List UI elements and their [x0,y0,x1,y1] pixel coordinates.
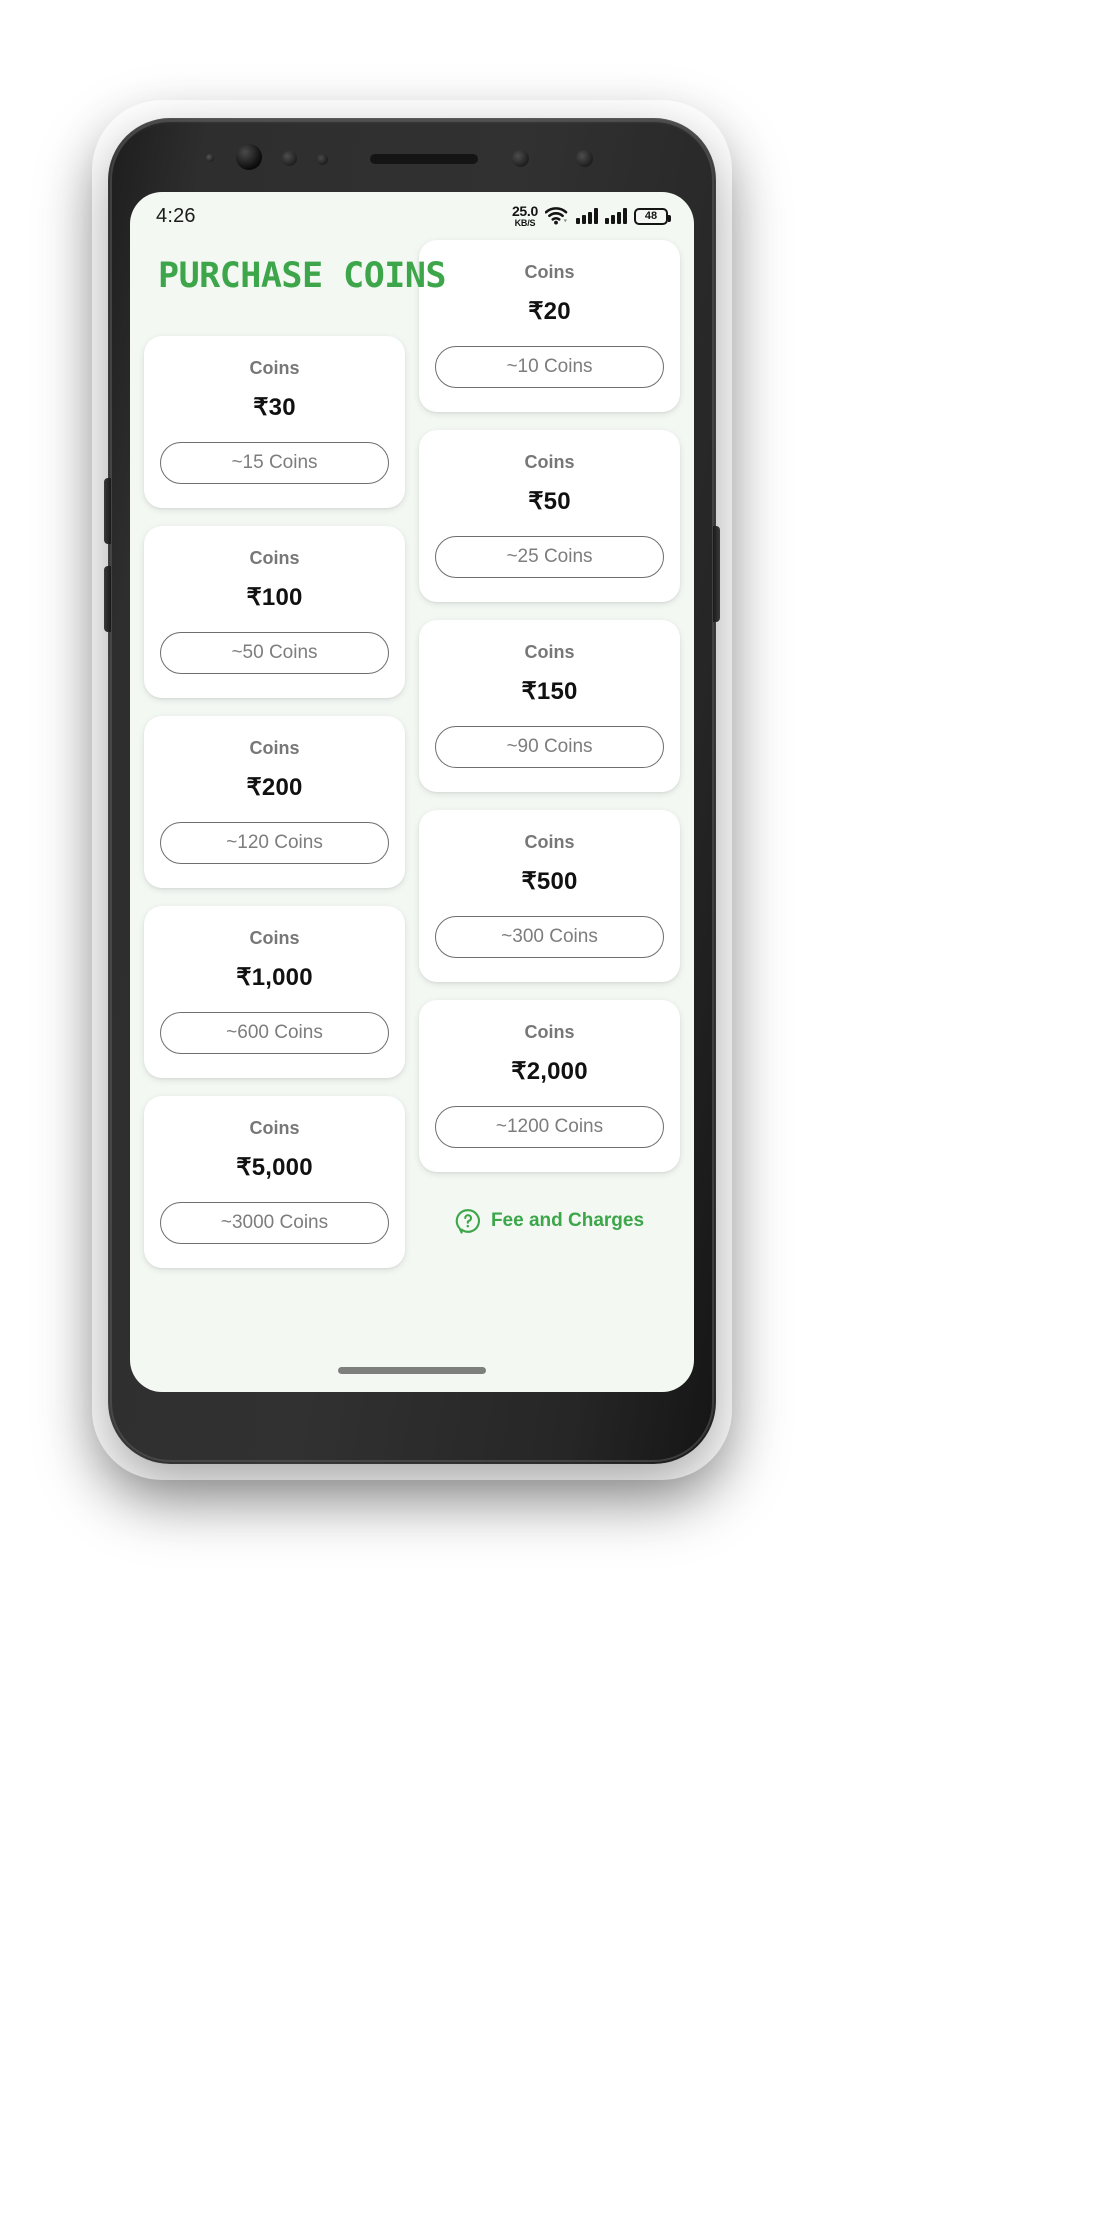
network-speed-value: 25.0 [511,203,538,219]
wifi-icon [545,207,568,225]
battery-level-label: 48 [644,210,658,222]
coin-package-card[interactable]: Coins ₹30 ~15 Coins [144,336,405,508]
card-price: ₹500 [521,868,578,895]
card-label: Coins [249,548,300,568]
card-coins-pill[interactable]: ~90 Coins [435,726,664,768]
coin-package-card[interactable]: Coins ₹50 ~25 Coins [419,430,680,602]
card-price: ₹1,000 [236,964,313,991]
card-coins-pill[interactable]: ~50 Coins [160,632,389,674]
card-price: ₹2,000 [511,1058,588,1085]
battery-icon: 48 [634,207,671,225]
coin-package-card[interactable]: Coins ₹100 ~50 Coins [144,526,405,698]
sensor-dot-icon [317,154,328,165]
card-label: Coins [524,262,575,282]
status-clock: 4:26 [156,204,196,227]
card-price: ₹20 [528,298,571,325]
network-speed-unit: KB/S [514,218,536,228]
fee-and-charges-label: Fee and Charges [490,1210,645,1231]
status-bar: 4:26 25.0 KB/S 48 [130,192,694,240]
volume-up-button[interactable] [104,478,111,544]
phone-device-frame: 4:26 25.0 KB/S 48 PURCHASE COINS Coins ₹… [104,118,720,1464]
card-price: ₹5,000 [236,1154,313,1181]
coin-package-card[interactable]: Coins ₹20 ~10 Coins [419,240,680,412]
fee-and-charges-link[interactable]: Fee and Charges [419,1208,680,1234]
card-coins-pill[interactable]: ~600 Coins [160,1012,389,1054]
card-label: Coins [524,832,575,852]
card-price: ₹100 [246,584,303,611]
card-price: ₹30 [253,394,296,421]
volume-down-button[interactable] [104,566,111,632]
sensor-dot-icon [282,151,297,166]
front-camera-icon [236,144,262,170]
coin-package-card[interactable]: Coins ₹500 ~300 Coins [419,810,680,982]
card-coins-pill[interactable]: ~15 Coins [160,442,389,484]
card-label: Coins [249,358,300,378]
card-label: Coins [249,928,300,948]
signal-bars-icon [576,208,598,224]
coin-packages-grid: Coins ₹30 ~15 Coins Coins ₹100 ~50 Coins… [144,240,680,1286]
main-content: PURCHASE COINS Coins ₹30 ~15 Coins Coins… [130,240,694,1392]
screenshot-root: 4:26 25.0 KB/S 48 PURCHASE COINS Coins ₹… [0,0,1110,2220]
coin-package-card[interactable]: Coins ₹200 ~120 Coins [144,716,405,888]
card-label: Coins [524,452,575,472]
card-price: ₹50 [528,488,571,515]
status-icons: 25.0 KB/S 48 [512,204,671,228]
coin-packages-right-column: Coins ₹20 ~10 Coins Coins ₹50 ~25 Coins … [419,240,680,1286]
question-mark-bubble-icon [455,1209,480,1234]
card-price: ₹150 [521,678,578,705]
phone-screen: 4:26 25.0 KB/S 48 PURCHASE COINS Coins ₹… [130,192,694,1392]
coin-package-card[interactable]: Coins ₹150 ~90 Coins [419,620,680,792]
card-coins-pill[interactable]: ~120 Coins [160,822,389,864]
card-coins-pill[interactable]: ~10 Coins [435,346,664,388]
card-price: ₹200 [246,774,303,801]
card-label: Coins [249,738,300,758]
coin-package-card[interactable]: Coins ₹1,000 ~600 Coins [144,906,405,1078]
coin-package-card[interactable]: Coins ₹2,000 ~1200 Coins [419,1000,680,1172]
sensor-dot-icon [512,150,529,167]
page-title: PURCHASE COINS [158,256,447,296]
card-coins-pill[interactable]: ~3000 Coins [160,1202,389,1244]
card-label: Coins [524,1022,575,1042]
power-button[interactable] [713,526,720,622]
card-coins-pill[interactable]: ~25 Coins [435,536,664,578]
coin-package-card[interactable]: Coins ₹5,000 ~3000 Coins [144,1096,405,1268]
card-label: Coins [249,1118,300,1138]
sensor-dot-icon [576,150,593,167]
home-indicator[interactable] [338,1367,486,1374]
network-speed-indicator: 25.0 KB/S [512,204,538,228]
coin-packages-left-column: Coins ₹30 ~15 Coins Coins ₹100 ~50 Coins… [144,240,405,1286]
sensor-dot-icon [206,154,214,162]
earpiece-speaker [370,154,478,164]
signal-bars-icon [605,208,627,224]
card-label: Coins [524,642,575,662]
card-coins-pill[interactable]: ~300 Coins [435,916,664,958]
card-coins-pill[interactable]: ~1200 Coins [435,1106,664,1148]
